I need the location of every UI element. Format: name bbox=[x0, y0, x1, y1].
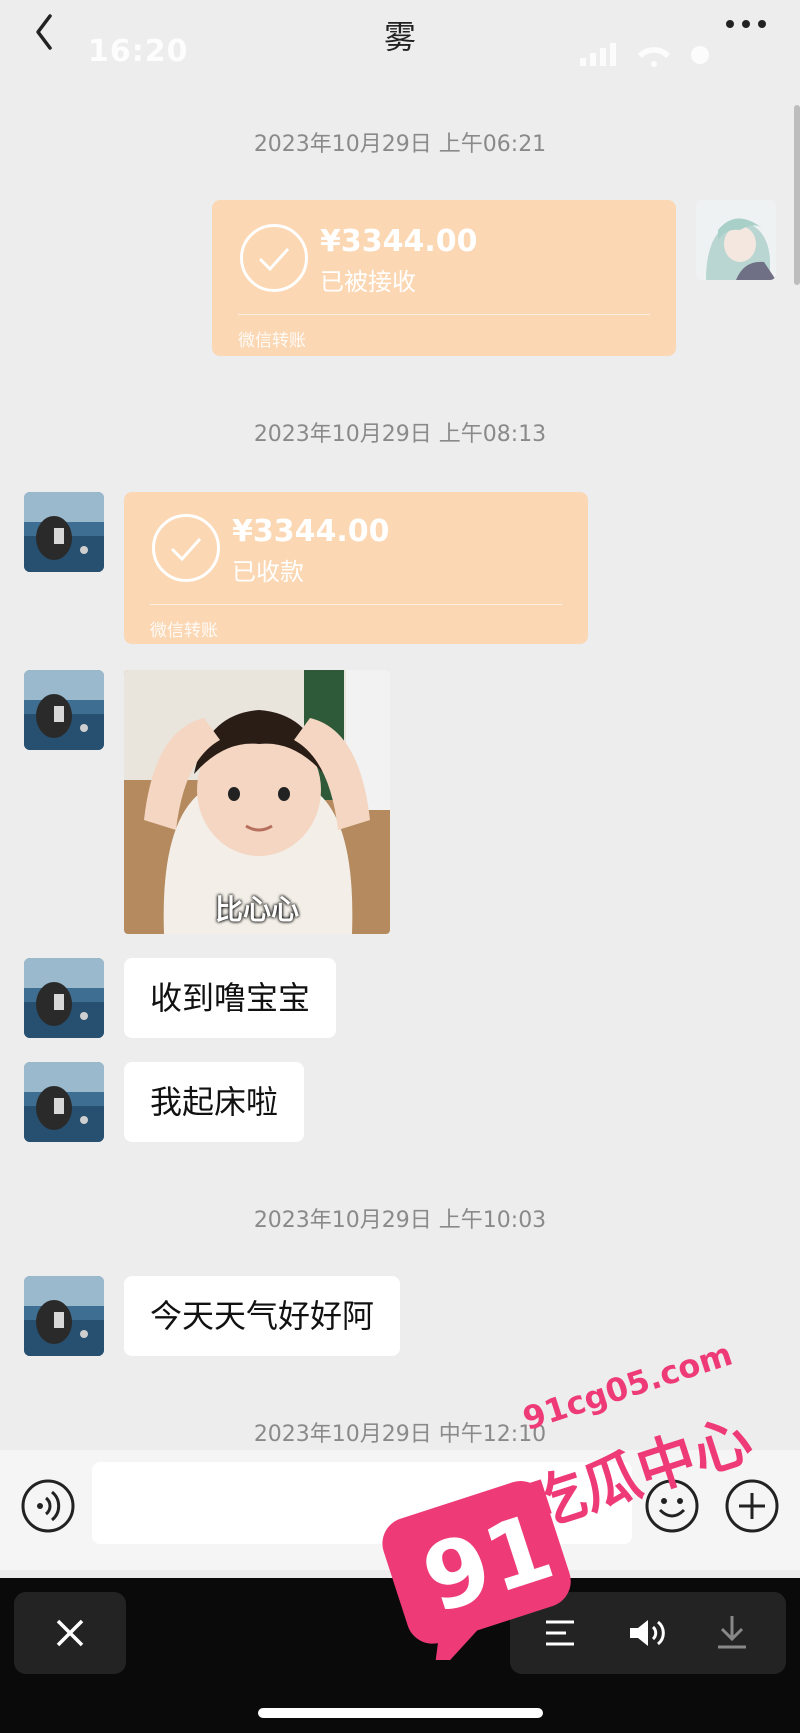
transfer-status: 已收款 bbox=[232, 558, 304, 586]
transfer-status: 已被接收 bbox=[320, 268, 416, 296]
avatar-contact[interactable] bbox=[24, 1062, 104, 1142]
avatar-self[interactable] bbox=[696, 200, 776, 280]
sticker-caption: 比心心 bbox=[214, 893, 299, 926]
transfer-footer: 微信转账 bbox=[238, 331, 306, 351]
more-icon[interactable] bbox=[722, 14, 770, 34]
transfer-card-sent[interactable]: ¥3344.00 已被接收 微信转账 bbox=[212, 200, 676, 356]
timestamp: 2023年10月29日 上午06:21 bbox=[253, 132, 547, 157]
transfer-amount: ¥3344.00 bbox=[320, 224, 478, 259]
timestamp: 2023年10月29日 上午08:13 bbox=[253, 422, 547, 447]
status-time: 16:20 bbox=[88, 34, 189, 69]
home-indicator bbox=[258, 1708, 543, 1718]
divider bbox=[238, 314, 650, 315]
divider bbox=[150, 604, 562, 605]
avatar-contact[interactable] bbox=[24, 958, 104, 1038]
transfer-card-received[interactable]: ¥3344.00 已收款 微信转账 bbox=[124, 492, 588, 644]
message-bubble[interactable]: 今天天气好好阿 bbox=[124, 1276, 401, 1356]
close-button[interactable] bbox=[14, 1592, 126, 1674]
message-bubble[interactable]: 我起床啦 bbox=[124, 1062, 305, 1142]
avatar-contact[interactable] bbox=[24, 1276, 104, 1356]
transfer-amount: ¥3344.00 bbox=[232, 514, 390, 549]
voice-icon[interactable] bbox=[20, 1478, 76, 1534]
status-icons bbox=[580, 40, 730, 70]
sticker-image[interactable]: 比心心 bbox=[124, 670, 390, 934]
timestamp: 2023年10月29日 上午10:03 bbox=[253, 1208, 547, 1233]
check-icon bbox=[240, 224, 308, 292]
transfer-footer: 微信转账 bbox=[150, 621, 218, 641]
avatar-contact[interactable] bbox=[24, 670, 104, 750]
message-bubble[interactable]: 收到噜宝宝 bbox=[124, 958, 337, 1038]
avatar-contact[interactable] bbox=[24, 492, 104, 572]
watermark-logo: 91 91cg05.com 吃瓜中心 bbox=[380, 1335, 800, 1679]
check-icon bbox=[152, 514, 220, 582]
